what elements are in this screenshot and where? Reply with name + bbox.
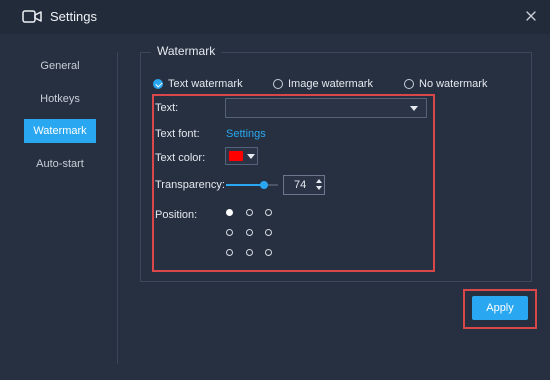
color-swatch — [229, 151, 243, 161]
title-bar: Settings — [0, 0, 550, 34]
text-watermark-option[interactable]: Text watermark — [153, 77, 243, 91]
position-bottom-right[interactable] — [265, 249, 272, 256]
transparency-spinbox[interactable]: 74 — [283, 175, 325, 195]
no-watermark-label: No watermark — [419, 78, 488, 90]
transparency-label: Transparency: — [155, 179, 225, 191]
no-watermark-option[interactable]: No watermark — [404, 77, 487, 91]
group-title: Watermark — [151, 44, 222, 58]
position-top-center[interactable] — [246, 209, 253, 216]
chevron-down-icon — [410, 106, 418, 111]
text-watermark-label: Text watermark — [168, 78, 243, 90]
text-dropdown[interactable] — [225, 98, 427, 118]
font-settings-link[interactable]: Settings — [226, 128, 266, 140]
position-middle-right[interactable] — [265, 229, 272, 236]
video-camera-icon — [22, 10, 42, 23]
slider-fill — [226, 184, 265, 186]
position-bottom-left[interactable] — [226, 249, 233, 256]
apply-button[interactable]: Apply — [472, 296, 528, 320]
spin-up-icon[interactable] — [316, 179, 322, 183]
sidebar-item-auto-start[interactable]: Auto-start — [24, 152, 96, 176]
chevron-down-icon — [247, 154, 255, 159]
color-label: Text color: — [155, 152, 206, 164]
close-icon[interactable] — [524, 9, 538, 23]
position-middle-left[interactable] — [226, 229, 233, 236]
position-top-left[interactable] — [226, 209, 233, 216]
sidebar-item-hotkeys[interactable]: Hotkeys — [24, 87, 96, 111]
window-title: Settings — [50, 9, 97, 24]
text-label: Text: — [155, 102, 179, 114]
slider-thumb[interactable] — [260, 181, 269, 189]
spin-down-icon[interactable] — [316, 186, 322, 190]
transparency-slider[interactable] — [226, 179, 278, 191]
image-watermark-label: Image watermark — [288, 78, 373, 90]
font-label: Text font: — [155, 128, 200, 140]
position-top-right[interactable] — [265, 209, 272, 216]
image-watermark-option[interactable]: Image watermark — [273, 77, 373, 91]
sidebar-item-watermark[interactable]: Watermark — [24, 119, 96, 143]
sidebar: General Hotkeys Watermark Auto-start — [0, 34, 118, 380]
sidebar-item-general[interactable]: General — [24, 54, 96, 78]
radio-icon[interactable] — [273, 79, 283, 89]
text-color-picker[interactable] — [225, 147, 258, 165]
position-label: Position: — [155, 209, 198, 221]
transparency-value: 74 — [294, 179, 307, 191]
radio-icon[interactable] — [404, 79, 414, 89]
position-middle-center[interactable] — [246, 229, 253, 236]
spin-buttons — [314, 176, 324, 194]
radio-checked-icon[interactable] — [153, 79, 163, 89]
sidebar-divider — [117, 52, 118, 364]
position-bottom-center[interactable] — [246, 249, 253, 256]
